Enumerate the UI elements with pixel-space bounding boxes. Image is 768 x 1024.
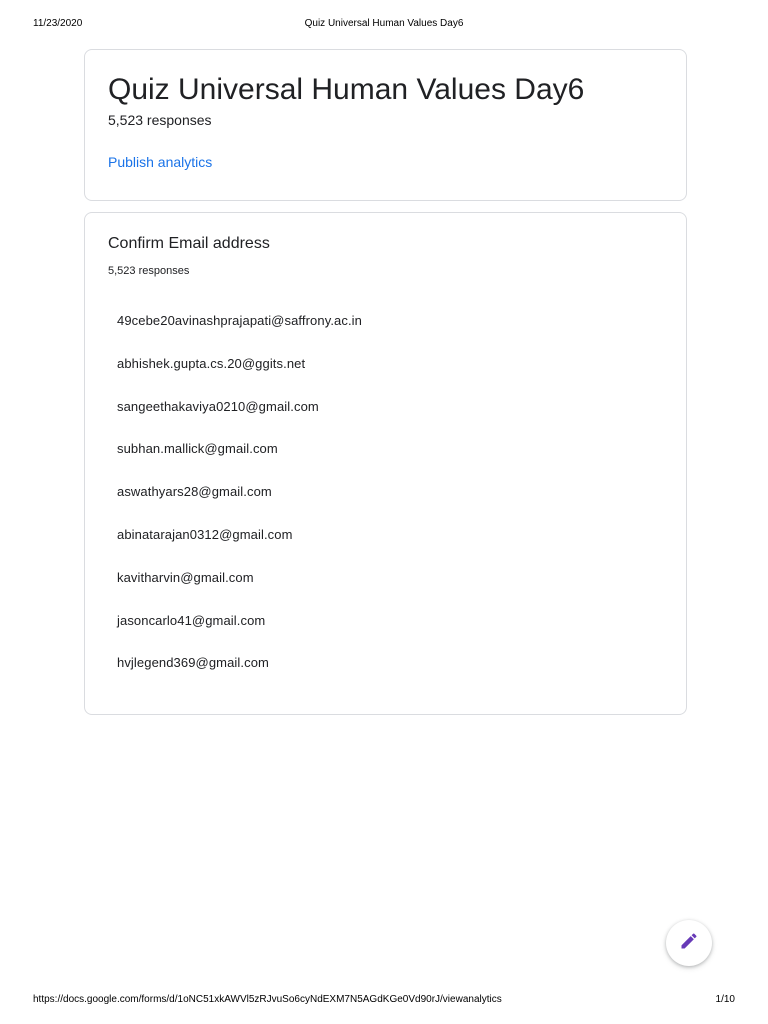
response-item: abinatarajan0312@gmail.com — [117, 526, 293, 542]
print-footer: https://docs.google.com/forms/d/1oNC51xk… — [0, 994, 768, 1008]
print-header: 11/23/2020 Quiz Universal Human Values D… — [0, 18, 768, 32]
pencil-icon — [679, 931, 699, 956]
form-responses-count: 5,523 responses — [108, 112, 212, 128]
response-item: aswathyars28@gmail.com — [117, 484, 272, 500]
page: 11/23/2020 Quiz Universal Human Values D… — [0, 0, 768, 1024]
response-list: 49cebe20avinashprajapati@saffrony.ac.in … — [117, 313, 362, 698]
form-title: Quiz Universal Human Values Day6 — [108, 73, 585, 106]
response-item: hvjlegend369@gmail.com — [117, 655, 269, 671]
page-number: 1/10 — [715, 994, 735, 1005]
print-doc-title: Quiz Universal Human Values Day6 — [304, 18, 464, 29]
publish-analytics-link[interactable]: Publish analytics — [108, 154, 212, 170]
response-item: abhishek.gupta.cs.20@ggits.net — [117, 355, 306, 371]
edit-fab-button[interactable] — [666, 920, 712, 966]
question-responses-count: 5,523 responses — [108, 265, 190, 277]
question-card: Confirm Email address 5,523 responses 49… — [84, 212, 687, 715]
print-url: https://docs.google.com/forms/d/1oNC51xk… — [33, 994, 502, 1005]
response-item: 49cebe20avinashprajapati@saffrony.ac.in — [117, 313, 362, 328]
response-item: sangeethakaviya0210@gmail.com — [117, 398, 319, 414]
response-item: subhan.mallick@gmail.com — [117, 441, 278, 457]
response-item: kavitharvin@gmail.com — [117, 569, 254, 585]
response-item: jasoncarlo41@gmail.com — [117, 612, 266, 628]
form-header-card: Quiz Universal Human Values Day6 5,523 r… — [84, 49, 687, 201]
question-title: Confirm Email address — [108, 235, 270, 252]
